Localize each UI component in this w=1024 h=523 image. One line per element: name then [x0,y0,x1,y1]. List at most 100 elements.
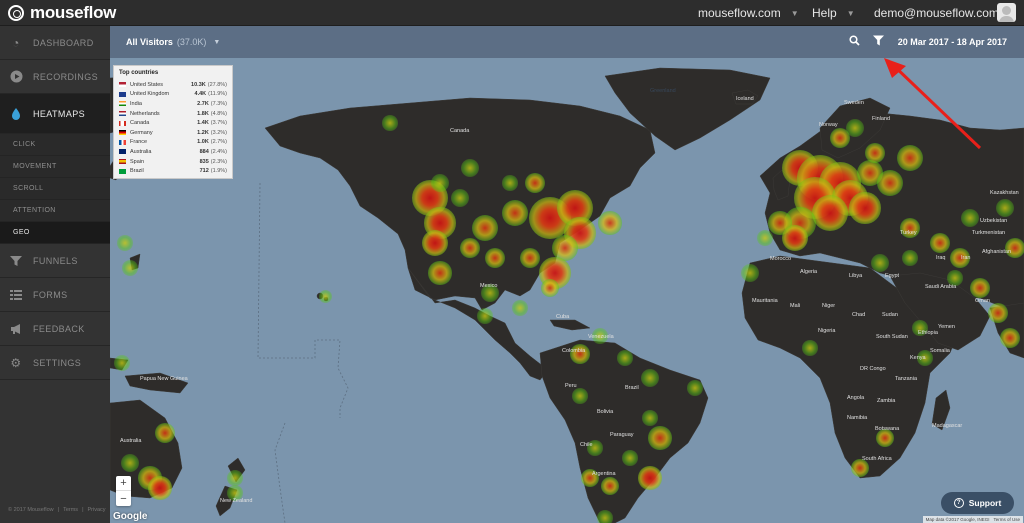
map-label-australia: Australia [120,438,142,444]
sidebar-item-label: RECORDINGS [33,71,99,82]
country-percent: (2.7%) [210,139,227,146]
flag-icon [119,82,126,88]
visitors-count: (37.0K) [176,37,207,47]
map-label-uzbekistan: Uzbekistan [980,218,1008,224]
support-label: Support [968,498,1002,508]
map-label-canada: Canada [450,128,470,134]
flag-icon [119,101,126,107]
map-label-argentina: Argentina [592,471,616,477]
map-label-namibia: Namibia [847,415,868,421]
map-label-south-africa: South Africa [862,456,892,462]
user-menu[interactable]: demo@mouseflow.com▼ [874,0,1017,26]
chevron-down-icon: ▼ [846,8,855,18]
map-label-png: Papua New Guinea [140,376,188,382]
site-name: mouseflow.com [698,6,781,20]
site-selector[interactable]: mouseflow.com ▼ [698,0,799,26]
visitors-label: All Visitors [126,37,173,47]
sidebar-item-funnels[interactable]: FUNNELS [0,244,110,278]
country-row: France 1.0K (2.7%) [119,138,227,148]
map-label-zambia: Zambia [877,398,896,404]
heatmap-toolbar: All Visitors (37.0K) ▼ 20 Mar 2017 - 18 … [110,26,1024,58]
support-button[interactable]: ? Support [941,492,1014,514]
filter-icon[interactable] [873,33,884,51]
map-label-iran: Iran [961,255,971,261]
map-label-mauritania: Mauritania [752,298,778,304]
country-visits: 835 [199,158,209,165]
privacy-link[interactable]: Privacy [88,507,106,513]
map-label-niger: Niger [822,303,836,309]
avatar[interactable] [997,3,1016,22]
map-label-morocco: Morocco [770,256,792,262]
zoom-out-button[interactable]: − [116,491,131,506]
mouseflow-logo[interactable]: mouseflow [8,3,116,23]
zoom-in-button[interactable]: + [116,476,131,491]
flag-icon [119,139,126,145]
toolbar-icons [849,26,884,58]
zoom-control: + − [116,476,131,506]
play-icon [8,69,24,85]
sidebar-item-heatmaps[interactable]: HEATMAPS [0,94,110,134]
form-icon [8,287,24,303]
subnav-geo[interactable]: GEO [0,222,110,244]
map-label-somalia: Somalia [930,348,950,354]
chevron-down-icon: ▼ [790,8,799,18]
subnav-movement[interactable]: MOVEMENT [0,156,110,178]
sidebar-item-label: HEATMAPS [33,108,86,119]
map-label-south-sudan: South Sudan [876,334,908,340]
map-label-mali: Mali [790,303,801,309]
sidebar-item-recordings[interactable]: RECORDINGS [0,60,110,94]
country-row: Germany 1.2K (3.2%) [119,128,227,138]
subnav-attention[interactable]: ATTENTION [0,200,110,222]
visitor-segment-selector[interactable]: All Visitors (37.0K) ▼ [126,26,220,58]
map-attribution: Map data ©2017 Google, INEGI Terms of Us… [922,516,1023,523]
geo-heatmap[interactable]: Greenland Iceland Sweden Finland Norway … [110,58,1024,523]
sidebar-item-forms[interactable]: FORMS [0,278,110,312]
sidebar-item-dashboard[interactable]: ◔ DASHBOARD [0,26,110,60]
country-percent: (11.9%) [208,91,227,98]
search-icon[interactable] [849,33,860,51]
date-range-picker[interactable]: 20 Mar 2017 - 18 Apr 2017 [898,26,1007,58]
country-row: United States 10.3K (27.8%) [119,80,227,90]
terms-link[interactable]: Terms [63,507,78,513]
country-visits: 2.7K [197,100,209,107]
sidebar-footer: © 2017 Mouseflow | Terms | Privacy [8,507,106,513]
copyright-text: © 2017 Mouseflow [8,507,54,513]
sidebar-item-feedback[interactable]: FEEDBACK [0,312,110,346]
country-row: Australia 884 (2.4%) [119,147,227,157]
country-visits: 10.3K [191,81,206,88]
country-row: India 2.7K (7.3%) [119,99,227,109]
map-label-bolivia: Bolivia [597,409,614,415]
country-visits: 884 [199,148,209,155]
country-row: Brazil 712 (1.9%) [119,166,227,176]
terms-of-use-link[interactable]: Terms of Use [993,517,1020,522]
gauge-icon: ◔ [12,35,20,50]
map-label-angola: Angola [847,395,865,401]
map-label-chad: Chad [852,312,866,318]
map-label-egypt: Egypt [885,273,900,279]
top-bar: mouseflow mouseflow.com ▼ Help ▼ demo@mous… [0,0,1024,26]
heatmaps-submenu: CLICK MOVEMENT SCROLL ATTENTION GEO [0,134,110,244]
map-label-mexico: Mexico [480,283,498,289]
map-label-brazil: Brazil [625,385,639,391]
subnav-scroll[interactable]: SCROLL [0,178,110,200]
flag-icon [119,159,126,165]
map-label-saudi-arabia: Saudi Arabia [925,284,957,290]
map-label-afghanistan: Afghanistan [982,249,1012,255]
map-label-turkey: Turkey [900,230,917,236]
country-visits: 1.2K [197,129,209,136]
flag-icon [119,120,126,126]
country-percent: (2.4%) [210,148,227,155]
country-percent: (7.3%) [210,100,227,107]
country-percent: (2.3%) [210,158,227,165]
sidebar-item-settings[interactable]: ⚙ SETTINGS [0,346,110,380]
subnav-click[interactable]: CLICK [0,134,110,156]
map-label-cuba: Cuba [556,314,570,320]
help-menu[interactable]: Help ▼ [812,0,855,26]
chevron-down-icon: ▼ [213,38,221,46]
flag-icon [119,168,126,174]
heatmap-icon [8,106,24,122]
map-label-botswana: Botswana [875,426,900,432]
country-visits: 712 [199,168,209,175]
flag-icon [119,149,126,155]
map-label-kenya: Kenya [910,355,926,361]
